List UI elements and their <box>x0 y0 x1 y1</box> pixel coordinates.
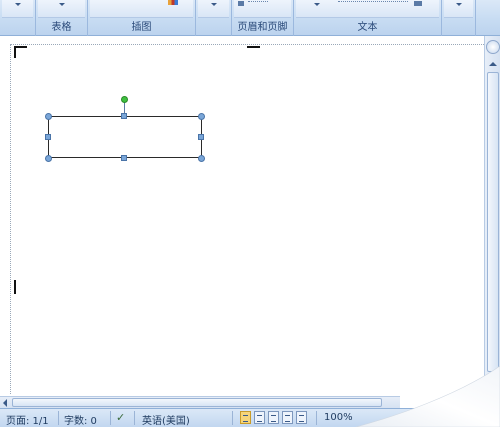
ribbon-group-label-header-footer: 页眉和页脚 <box>237 22 288 33</box>
horizontal-scroll-thumb[interactable] <box>12 398 382 407</box>
scroll-left-arrow-icon[interactable] <box>3 399 7 407</box>
margin-side-mark <box>14 280 16 294</box>
vertical-scrollbar[interactable] <box>484 36 500 392</box>
dropdown-arrow-icon[interactable] <box>15 3 21 6</box>
full-screen-reading-view-button[interactable] <box>254 411 265 424</box>
resize-handle-top[interactable] <box>121 113 127 119</box>
resize-handle-top-left[interactable] <box>45 113 52 120</box>
page-count[interactable]: 页面: 1/1 <box>6 412 49 427</box>
resize-handle-bottom[interactable] <box>121 155 127 161</box>
draft-view-button[interactable] <box>296 411 307 424</box>
page-margin-guide <box>10 44 484 394</box>
vertical-scroll-thumb[interactable] <box>487 72 499 372</box>
horizontal-scrollbar[interactable] <box>0 396 400 408</box>
resize-handle-left[interactable] <box>45 134 51 140</box>
ribbon-group-label-table: 表格 <box>51 22 72 33</box>
zoom-level[interactable]: 100% <box>324 412 353 423</box>
ruler-toggle-button[interactable] <box>486 40 500 54</box>
resize-handle-top-right[interactable] <box>198 113 205 120</box>
page-curl-decoration <box>356 366 500 427</box>
symbols-dropdown-arrow-icon[interactable] <box>456 3 462 6</box>
print-layout-view-button[interactable] <box>240 411 251 424</box>
smartart-icon[interactable] <box>168 0 178 5</box>
ribbon: 表格 插图 页眉和页脚 文本 <box>0 0 500 36</box>
language-indicator[interactable]: 英语(美国) <box>142 412 190 427</box>
text-dropdown-arrow-icon[interactable] <box>314 3 320 6</box>
links-dropdown-arrow-icon[interactable] <box>211 3 217 6</box>
ribbon-group-text: 文本 <box>294 0 442 36</box>
wordart-icon[interactable] <box>414 1 422 6</box>
ribbon-group-table: 表格 <box>36 0 88 36</box>
ribbon-group-left-edge <box>0 0 36 36</box>
resize-handle-bottom-right[interactable] <box>198 155 205 162</box>
margin-corner-mark <box>14 46 16 58</box>
outline-view-button[interactable] <box>282 411 293 424</box>
table-dropdown-arrow-icon[interactable] <box>59 3 65 6</box>
word-count[interactable]: 字数: 0 <box>64 412 97 427</box>
scroll-up-arrow-icon[interactable] <box>489 62 497 66</box>
spellcheck-icon[interactable]: ✓ <box>116 411 125 424</box>
rounded-rectangle-shape[interactable] <box>48 116 202 158</box>
ribbon-group-label-illustrations: 插图 <box>131 22 152 33</box>
rotation-handle[interactable] <box>121 96 128 103</box>
resize-handle-bottom-left[interactable] <box>45 155 52 162</box>
margin-center-mark <box>247 46 260 48</box>
header-icon[interactable] <box>238 1 244 6</box>
ribbon-group-illustrations: 插图 <box>88 0 196 36</box>
ribbon-group-symbols <box>442 0 476 36</box>
resize-handle-right[interactable] <box>198 134 204 140</box>
web-layout-view-button[interactable] <box>268 411 279 424</box>
ribbon-group-label-text: 文本 <box>357 22 378 33</box>
ribbon-group-header-footer: 页眉和页脚 <box>232 0 294 36</box>
ribbon-group-links <box>196 0 232 36</box>
